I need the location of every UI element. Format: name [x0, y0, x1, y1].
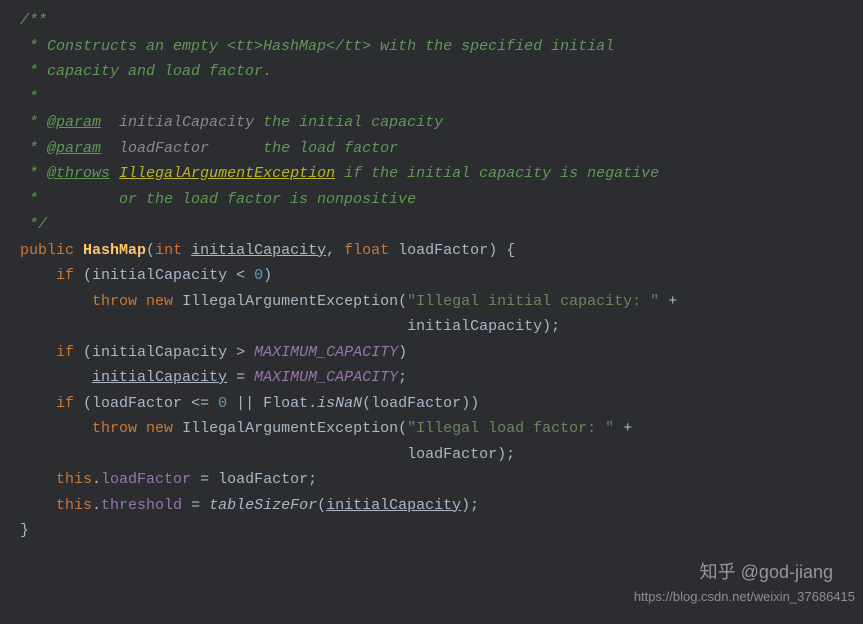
doc-line: * [20, 140, 47, 157]
kw-new: new [146, 420, 173, 437]
kw-throw: throw [92, 420, 137, 437]
str-literal: "Illegal initial capacity: " [407, 293, 659, 310]
doc-start: /** [20, 12, 47, 29]
doc-line: * [20, 89, 38, 106]
kw-if: if [56, 267, 74, 284]
doc-exception: IllegalArgumentException [119, 165, 335, 182]
call-isNaN: isNaN [317, 395, 362, 412]
const-maxcap: MAXIMUM_CAPACITY [254, 344, 398, 361]
kw-public: public [20, 242, 74, 259]
kw-new: new [146, 293, 173, 310]
kw-float: float [344, 242, 389, 259]
method-name: HashMap [83, 242, 146, 259]
param-loadFactor: loadFactor [398, 242, 488, 259]
doc-tag-throws: @throws [47, 165, 110, 182]
kw-this: this [56, 471, 92, 488]
num-zero: 0 [218, 395, 227, 412]
doc-desc: if the initial capacity is negative [335, 165, 659, 182]
kw-this: this [56, 497, 92, 514]
field-loadFactor: loadFactor [101, 471, 191, 488]
code-block: /** * Constructs an empty <tt>HashMap</t… [0, 0, 863, 544]
var-initialCapacity: initialCapacity [326, 497, 461, 514]
cls-iae: IllegalArgumentException [182, 420, 398, 437]
watermark-csdn: https://blog.csdn.net/weixin_37686415 [634, 586, 855, 608]
doc-line: * Constructs an empty <tt>HashMap</tt> w… [20, 38, 614, 55]
doc-end: */ [20, 216, 47, 233]
field-threshold: threshold [101, 497, 182, 514]
num-zero: 0 [254, 267, 263, 284]
doc-desc: the initial capacity [254, 114, 443, 131]
doc-line: * [20, 114, 47, 131]
var-initialCapacity: initialCapacity [92, 369, 227, 386]
cls-iae: IllegalArgumentException [182, 293, 398, 310]
doc-var: initialCapacity [119, 114, 254, 131]
cls-float: Float [263, 395, 308, 412]
kw-throw: throw [92, 293, 137, 310]
param-initialCapacity: initialCapacity [191, 242, 326, 259]
doc-line: * [20, 165, 47, 182]
doc-line: * or the load factor is nonpositive [20, 191, 416, 208]
doc-line: * capacity and load factor. [20, 63, 272, 80]
call-tableSizeFor: tableSizeFor [209, 497, 317, 514]
kw-int: int [155, 242, 182, 259]
kw-if: if [56, 344, 74, 361]
kw-if: if [56, 395, 74, 412]
str-literal: "Illegal load factor: " [407, 420, 614, 437]
doc-desc: the load factor [209, 140, 398, 157]
const-maxcap: MAXIMUM_CAPACITY [254, 369, 398, 386]
watermark-zhihu: 知乎 @god-jiang [700, 557, 833, 588]
doc-tag-param: @param [47, 140, 101, 157]
doc-tag-param: @param [47, 114, 101, 131]
doc-var: loadFactor [119, 140, 209, 157]
